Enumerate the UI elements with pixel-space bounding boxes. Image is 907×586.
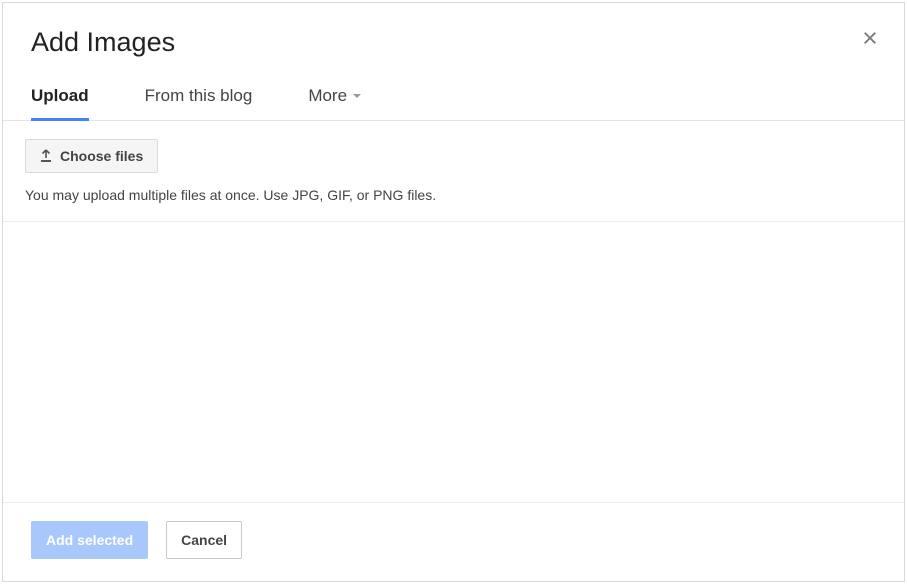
- tab-upload-label: Upload: [31, 86, 89, 106]
- tabs: Upload From this blog More: [3, 86, 904, 121]
- tab-upload[interactable]: Upload: [31, 86, 89, 121]
- add-images-dialog: Add Images Upload From this blog More: [2, 2, 905, 582]
- dialog-footer: Add selected Cancel: [3, 502, 904, 581]
- tab-from-blog-label: From this blog: [145, 86, 253, 106]
- tab-more[interactable]: More: [308, 86, 361, 120]
- chevron-down-icon: [353, 94, 361, 98]
- upload-hint-text: You may upload multiple files at once. U…: [25, 187, 882, 203]
- close-icon[interactable]: [860, 29, 880, 49]
- dialog-title: Add Images: [31, 27, 876, 58]
- tab-more-label: More: [308, 86, 347, 106]
- add-selected-button[interactable]: Add selected: [31, 521, 148, 559]
- tab-from-this-blog[interactable]: From this blog: [145, 86, 253, 120]
- cancel-button[interactable]: Cancel: [166, 521, 242, 559]
- upload-icon: [40, 149, 52, 163]
- choose-files-button[interactable]: Choose files: [25, 139, 158, 173]
- upload-section: Choose files You may upload multiple fil…: [3, 121, 904, 222]
- dialog-header: Add Images: [3, 3, 904, 86]
- drop-area[interactable]: [3, 222, 904, 502]
- content-area: Choose files You may upload multiple fil…: [3, 121, 904, 502]
- choose-files-label: Choose files: [60, 148, 143, 164]
